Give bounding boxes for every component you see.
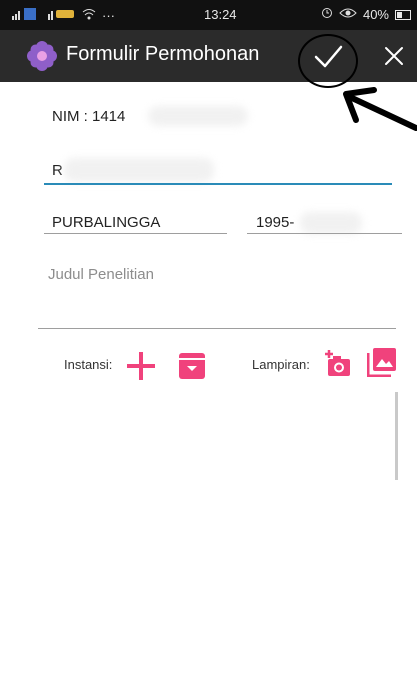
clock: 13:24: [204, 7, 237, 22]
flower-logo-icon: [26, 40, 58, 72]
battery-icon: [395, 9, 411, 20]
nim-field[interactable]: NIM : 1414: [52, 108, 125, 125]
status-bar: ··· 13:24 40%: [0, 0, 417, 30]
annotation-arrow-icon: [340, 80, 417, 160]
archive-icon: [179, 353, 205, 379]
name-field[interactable]: R: [52, 162, 63, 179]
name-field-underline: [44, 183, 392, 185]
redacted-date: [300, 212, 362, 234]
city-field[interactable]: PURBALINGGA: [52, 214, 160, 231]
close-icon: [385, 47, 403, 65]
alarm-icon: [321, 7, 333, 22]
scrollbar[interactable]: [395, 392, 398, 480]
lampiran-label: Lampiran:: [252, 357, 310, 372]
status-icons-right: 40%: [321, 7, 411, 22]
city-field-underline: [44, 233, 227, 234]
plus-icon: [127, 352, 155, 380]
confirm-button[interactable]: [306, 34, 350, 78]
research-title-field[interactable]: Judul Penelitian: [48, 266, 154, 283]
instansi-label: Instansi:: [64, 357, 113, 372]
birthdate-field[interactable]: 1995-: [256, 214, 294, 231]
redacted-name: [64, 158, 214, 182]
signal-icon: [12, 8, 42, 23]
gallery-button[interactable]: [366, 347, 397, 382]
status-icons-left: ···: [12, 8, 115, 23]
gallery-icon: [366, 348, 396, 378]
more-notifications: ···: [102, 8, 115, 23]
app-bar: Formulir Permohonan: [0, 30, 417, 82]
research-title-underline: [38, 328, 396, 329]
page-title: Formulir Permohonan: [66, 43, 260, 65]
add-instansi-button[interactable]: [125, 350, 157, 387]
add-camera-icon: [325, 350, 350, 376]
birthdate-field-underline: [247, 233, 402, 234]
wifi-icon: [82, 8, 96, 23]
eye-icon: [339, 7, 357, 22]
close-button[interactable]: [378, 40, 410, 72]
archive-instansi-button[interactable]: [178, 352, 206, 385]
carrier-icon: [48, 8, 76, 23]
add-photo-button[interactable]: [322, 349, 352, 384]
check-icon: [314, 45, 343, 68]
battery-level: 40%: [362, 7, 389, 22]
redacted-nim: [148, 106, 248, 126]
